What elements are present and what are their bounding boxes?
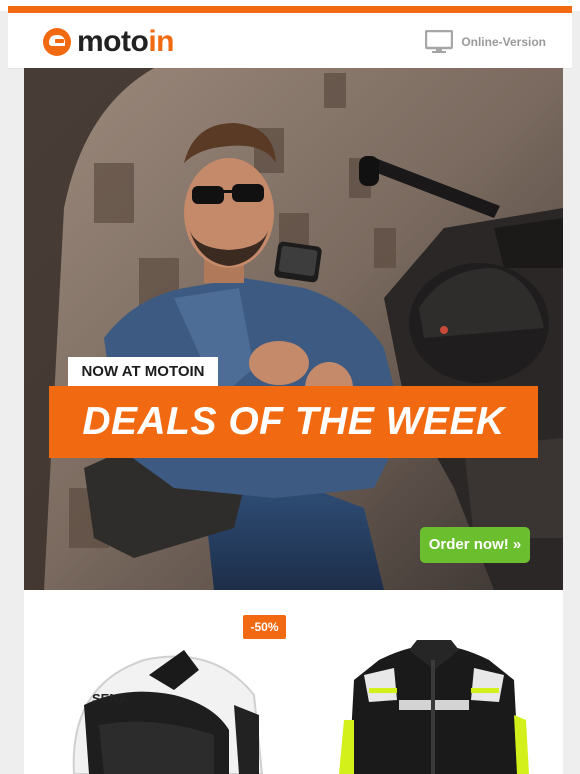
online-version-label: Online-Version — [461, 35, 546, 49]
product-jacket-image[interactable] — [339, 640, 529, 774]
online-version-link[interactable]: Online-Version — [425, 30, 546, 54]
email-header: motoin Online-Version — [8, 13, 572, 69]
discount-badge: -50% — [243, 615, 286, 639]
hero-tag: NOW AT MOTOIN — [68, 357, 218, 387]
hero-headline: DEALS OF THE WEEK — [49, 386, 538, 458]
logo-wordmark: motoin — [77, 27, 174, 57]
hero-banner[interactable]: NOW AT MOTOIN DEALS OF THE WEEK Order no… — [24, 68, 563, 590]
product-helmet-image[interactable]: SENA — [64, 645, 264, 774]
logo-wordmark-part2: in — [148, 25, 174, 58]
order-now-button[interactable]: Order now! » — [420, 527, 530, 563]
logo-wordmark-part1: moto — [77, 25, 149, 58]
product-grid: -50% SENA — [24, 590, 563, 774]
brand-logo[interactable]: motoin — [42, 25, 174, 59]
hero-photo — [24, 68, 563, 590]
helmet-brand-print: SENA — [92, 691, 129, 706]
top-accent-bar — [0, 0, 580, 13]
logo-mark-icon — [43, 28, 71, 56]
monitor-icon — [425, 30, 454, 53]
